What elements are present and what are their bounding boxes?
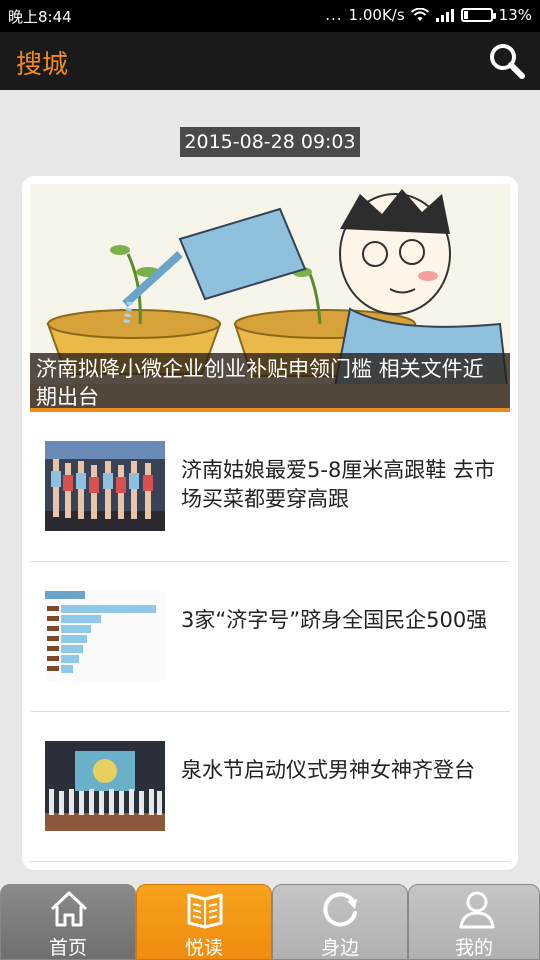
tab-mine-label: 我的 bbox=[454, 937, 493, 959]
book-icon bbox=[187, 893, 223, 929]
status-time: 晚上8:44 bbox=[8, 8, 72, 26]
home-icon bbox=[50, 891, 88, 927]
tab-read-label: 悦读 bbox=[184, 937, 223, 959]
bottom-nav: 首页 悦读 身边 我的 bbox=[0, 884, 540, 960]
news-thumbnail bbox=[45, 591, 165, 681]
tab-nearby[interactable]: 身边 bbox=[272, 884, 408, 960]
news-thumbnail bbox=[45, 441, 165, 531]
news-card: 济南拟降小微企业创业补贴申领门槛 相关文件近期出台 济南姑娘最爱5-8厘米高跟鞋 bbox=[22, 176, 518, 870]
news-list-item[interactable]: 济南姑娘最爱5-8厘米高跟鞋 去市场买菜都要穿高跟 bbox=[30, 412, 510, 562]
date-badge: 2015-08-28 09:03 bbox=[180, 127, 360, 157]
news-list-item[interactable]: 3家“济字号”跻身全国民企500强 bbox=[30, 562, 510, 712]
hero-article[interactable]: 济南拟降小微企业创业补贴申领门槛 相关文件近期出台 bbox=[30, 184, 510, 412]
tab-mine[interactable]: 我的 bbox=[408, 884, 540, 960]
refresh-icon bbox=[323, 892, 357, 927]
person-icon bbox=[459, 891, 495, 929]
news-title: 3家“济字号”跻身全国民企500强 bbox=[181, 608, 488, 632]
tab-home[interactable]: 首页 bbox=[0, 884, 136, 960]
app-title: 搜城 bbox=[16, 50, 69, 80]
status-bar: 晚上8:44 ... 1.00K/s 13% bbox=[0, 0, 540, 32]
hero-title: 济南拟降小微企业创业补贴申领门槛 相关文件近期出台 bbox=[30, 353, 510, 412]
signal-icon bbox=[435, 9, 454, 22]
notification-dots: ... bbox=[325, 6, 343, 24]
news-list-item[interactable]: 泉水节启动仪式男神女神齐登台 bbox=[30, 712, 510, 862]
news-title: 济南姑娘最爱5-8厘米高跟鞋 去市场买菜都要穿高跟 bbox=[181, 458, 495, 511]
search-icon[interactable] bbox=[488, 42, 526, 80]
network-speed: 1.00K/s bbox=[348, 6, 405, 24]
battery-percent: 13% bbox=[498, 6, 532, 24]
tab-read[interactable]: 悦读 bbox=[136, 884, 272, 960]
status-indicators: ... 1.00K/s 13% bbox=[325, 6, 532, 24]
tab-nearby-label: 身边 bbox=[320, 937, 359, 959]
tab-home-label: 首页 bbox=[48, 937, 87, 959]
battery-icon bbox=[460, 8, 496, 22]
news-title: 泉水节启动仪式男神女神齐登台 bbox=[181, 758, 475, 782]
app-bar: 搜城 bbox=[0, 32, 540, 90]
news-thumbnail bbox=[45, 741, 165, 831]
wifi-icon bbox=[410, 8, 429, 21]
